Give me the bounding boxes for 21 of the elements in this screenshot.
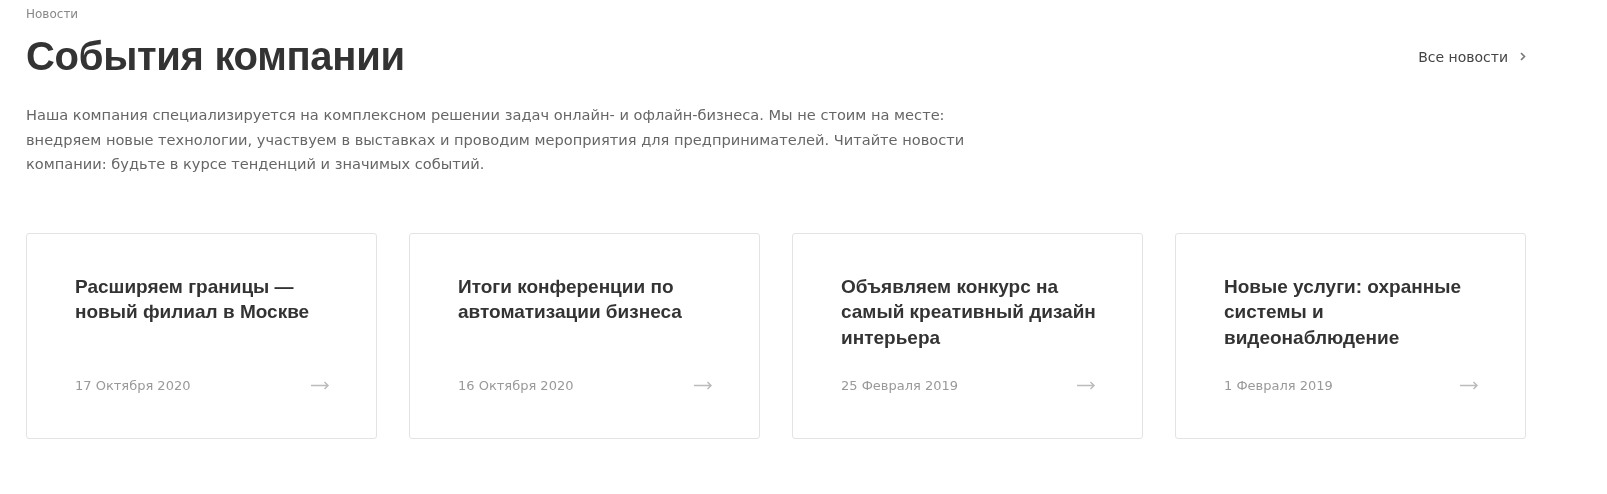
page-title: События компании bbox=[26, 34, 405, 79]
news-card[interactable]: Новые услуги: охранные системы и видеонаблюдение 1 Февраля 2019 bbox=[1175, 232, 1526, 439]
news-date: 25 Февраля 2019 bbox=[841, 377, 959, 393]
arrow-right-icon bbox=[1077, 380, 1096, 390]
breadcrumb-link[interactable]: Новости bbox=[26, 7, 79, 21]
news-card[interactable]: Объявляем конкурс на самый креативный дизайн интерьера 25 Февраля 2019 bbox=[792, 232, 1143, 439]
arrow-right-icon bbox=[694, 380, 713, 390]
news-title: Расширяем границы — новый филиал в Москве bbox=[75, 274, 311, 324]
description-text: Наша компания специализируется на комплексном решении задач онлайн- и офлайн-бизнеса. Мы не стоим на месте: внедряем новые технологии, участвуем в выставках и проводим мероприятия для предпринимателей. Читайте новости компании: будьте в курсе тенденций и значимых событий. bbox=[26, 105, 966, 174]
news-date: 1 Февраля 2019 bbox=[1224, 377, 1333, 393]
news-card[interactable]: Итоги конференции по автоматизации бизнеса 16 Октября 2020 bbox=[409, 232, 760, 439]
arrow-right-icon bbox=[1460, 380, 1479, 390]
news-title: Объявляем конкурс на самый креативный дизайн интерьера bbox=[841, 274, 1096, 350]
arrow-right-icon bbox=[311, 380, 330, 390]
news-card[interactable]: Расширяем границы — новый филиал в Москве 17 Октября 2020 bbox=[26, 232, 377, 439]
news-title: Новые услуги: охранные системы и видеонаблюдение bbox=[1224, 274, 1462, 350]
all-news-link[interactable]: Все новости bbox=[1418, 48, 1526, 65]
news-date: 16 Октября 2020 bbox=[458, 377, 574, 393]
news-date: 17 Октября 2020 bbox=[75, 377, 191, 393]
news-title: Итоги конференции по автоматизации бизнеса bbox=[458, 274, 683, 324]
chevron-right-icon bbox=[1520, 52, 1526, 61]
